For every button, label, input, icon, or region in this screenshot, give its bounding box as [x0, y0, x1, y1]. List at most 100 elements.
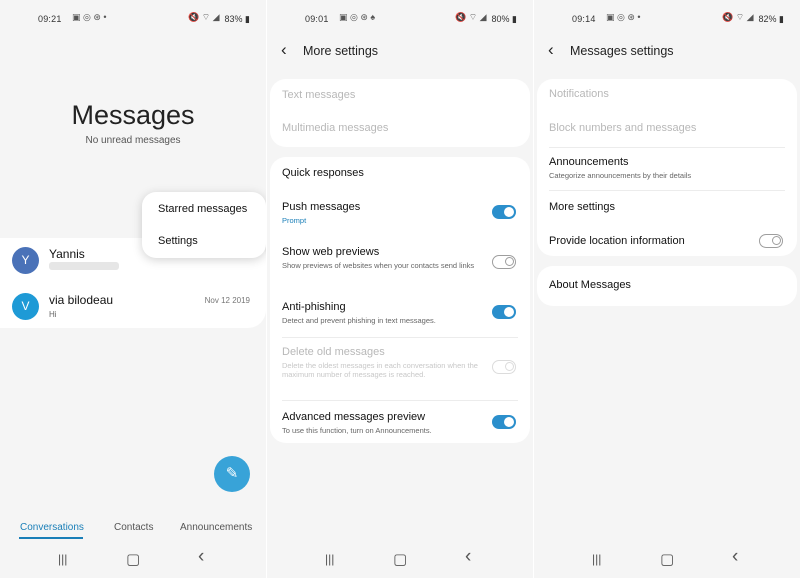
- home-icon[interactable]: ▢: [660, 550, 674, 568]
- setting-more-settings[interactable]: More settings: [537, 201, 797, 221]
- setting-label: About Messages: [549, 279, 631, 291]
- recents-icon[interactable]: |||: [58, 552, 67, 566]
- setting-label: Anti-phishing: [282, 301, 346, 313]
- anti-phishing-toggle[interactable]: [492, 305, 516, 319]
- overflow-menu: Starred messages Settings: [142, 192, 266, 258]
- signal-icons: 🔇 ⌔ ◢: [455, 12, 487, 22]
- status-bar: 09:14 ▣ ◎ ⊛ • 🔇 ⌔ ◢ 82% ▮: [534, 0, 800, 40]
- messages-home-screen: 09:21 ▣ ◎ ⊛ • 🔇 ⌔ ◢ 83% ▮ Messages No un…: [0, 0, 266, 578]
- status-time: 09:01: [305, 14, 329, 24]
- battery-level: 83% ▮: [224, 14, 250, 24]
- message-types-card: Text messages Multimedia messages: [270, 79, 530, 147]
- setting-label: Advanced messages preview: [282, 411, 426, 423]
- advanced-preview-toggle[interactable]: [492, 415, 516, 429]
- status-time: 09:14: [572, 14, 596, 24]
- setting-push-messages[interactable]: Push messages Prompt: [270, 201, 530, 231]
- signal-icons: 🔇 ⌔ ◢: [722, 12, 754, 22]
- signal-icons: 🔇 ⌔ ◢: [188, 12, 220, 22]
- web-previews-toggle[interactable]: [492, 255, 516, 269]
- back-arrow-icon[interactable]: ‹: [548, 40, 554, 60]
- setting-label: Text messages: [282, 89, 356, 101]
- setting-text-messages[interactable]: Text messages: [270, 89, 530, 109]
- active-tab-indicator: [19, 537, 83, 539]
- setting-label: Show web previews: [282, 246, 380, 258]
- delete-old-messages-toggle: [492, 360, 516, 374]
- setting-label: Delete old messages: [282, 346, 385, 358]
- avatar: Y: [12, 247, 39, 274]
- status-bar: 09:21 ▣ ◎ ⊛ • 🔇 ⌔ ◢ 83% ▮: [0, 0, 266, 40]
- setting-label: Notifications: [549, 88, 609, 100]
- message-preview-blurred: [49, 262, 119, 270]
- home-icon[interactable]: ▢: [126, 550, 140, 568]
- messaging-options-card: Quick responses Push messages Prompt Sho…: [270, 157, 530, 443]
- menu-item-settings[interactable]: Settings: [158, 235, 198, 247]
- back-icon[interactable]: ‹: [465, 546, 471, 568]
- recents-icon[interactable]: |||: [592, 552, 601, 566]
- setting-description: To use this function, turn on Announceme…: [282, 426, 432, 435]
- setting-value: Prompt: [282, 216, 307, 225]
- compose-button[interactable]: ✎: [214, 456, 250, 492]
- section-divider: [549, 190, 785, 191]
- avatar: V: [12, 293, 39, 320]
- setting-label: Quick responses: [282, 167, 364, 179]
- contact-name: via bilodeau: [49, 293, 114, 307]
- messages-settings-screen: 09:14 ▣ ◎ ⊛ • 🔇 ⌔ ◢ 82% ▮ ‹ Messages set…: [534, 0, 800, 578]
- setting-anti-phishing[interactable]: Anti-phishing Detect and prevent phishin…: [270, 301, 530, 331]
- page-title: Messages settings: [570, 44, 674, 58]
- setting-description: Delete the oldest messages in each conve…: [282, 361, 478, 379]
- message-date: Nov 12 2019: [204, 296, 250, 305]
- app-bar: ‹ Messages settings: [534, 40, 800, 64]
- conversation-item[interactable]: V via bilodeau Hi Nov 12 2019: [0, 284, 266, 328]
- setting-location-info[interactable]: Provide location information: [537, 234, 797, 255]
- tab-conversations[interactable]: Conversations: [20, 522, 84, 533]
- setting-about-messages[interactable]: About Messages: [537, 279, 797, 299]
- tab-contacts[interactable]: Contacts: [114, 522, 153, 533]
- system-nav-bar: ||| ▢ ‹: [0, 544, 266, 578]
- app-bar: ‹ More settings: [267, 40, 533, 64]
- battery-level: 80% ▮: [491, 14, 517, 24]
- back-icon[interactable]: ‹: [732, 546, 738, 568]
- setting-notifications[interactable]: Notifications: [537, 88, 797, 108]
- status-time: 09:21: [38, 14, 62, 24]
- home-icon[interactable]: ▢: [393, 550, 407, 568]
- section-divider: [549, 147, 785, 148]
- section-divider: [282, 400, 518, 401]
- push-messages-toggle[interactable]: [492, 205, 516, 219]
- recents-icon[interactable]: |||: [325, 552, 334, 566]
- message-preview: Hi: [49, 310, 57, 319]
- menu-item-starred-messages[interactable]: Starred messages: [158, 203, 247, 215]
- section-divider: [282, 337, 518, 338]
- setting-label: Provide location information: [549, 235, 685, 247]
- setting-announcements[interactable]: Announcements Categorize announcements b…: [537, 156, 797, 186]
- notification-icons: ▣ ◎ ⊛ ♠: [339, 12, 376, 22]
- page-title: More settings: [303, 44, 379, 58]
- contact-name: Yannis: [49, 247, 85, 261]
- setting-label: Multimedia messages: [282, 122, 389, 134]
- tab-announcements[interactable]: Announcements: [180, 522, 252, 533]
- status-bar: 09:01 ▣ ◎ ⊛ ♠ 🔇 ⌔ ◢ 80% ▮: [267, 0, 533, 40]
- setting-label: More settings: [549, 201, 616, 213]
- about-card: About Messages: [537, 266, 797, 306]
- setting-multimedia-messages[interactable]: Multimedia messages: [270, 122, 530, 142]
- system-nav-bar: ||| ▢ ‹: [267, 544, 533, 578]
- page-title: Messages: [71, 100, 195, 130]
- unread-status: No unread messages: [85, 135, 181, 146]
- setting-description: Categorize announcements by their detail…: [549, 171, 692, 180]
- location-info-toggle[interactable]: [759, 234, 783, 248]
- more-settings-screen: 09:01 ▣ ◎ ⊛ ♠ 🔇 ⌔ ◢ 80% ▮ ‹ More setting…: [267, 0, 533, 578]
- battery-level: 82% ▮: [758, 14, 784, 24]
- compose-icon: ✎: [225, 465, 239, 482]
- system-nav-bar: ||| ▢ ‹: [534, 544, 800, 578]
- setting-advanced-messages-preview[interactable]: Advanced messages preview To use this fu…: [270, 411, 530, 441]
- notification-icons: ▣ ◎ ⊛ •: [606, 12, 641, 22]
- notification-icons: ▣ ◎ ⊛ •: [72, 12, 107, 22]
- back-arrow-icon[interactable]: ‹: [281, 40, 287, 60]
- setting-label: Announcements: [549, 156, 629, 168]
- back-icon[interactable]: ‹: [198, 546, 204, 568]
- setting-show-web-previews[interactable]: Show web previews Show previews of websi…: [270, 246, 530, 282]
- setting-description: Show previews of websites when your cont…: [282, 261, 475, 270]
- setting-block-numbers[interactable]: Block numbers and messages: [537, 122, 797, 142]
- setting-quick-responses[interactable]: Quick responses: [270, 167, 530, 187]
- setting-description: Detect and prevent phishing in text mess…: [282, 316, 436, 325]
- bottom-tabs: Conversations Contacts Announcements: [0, 522, 266, 540]
